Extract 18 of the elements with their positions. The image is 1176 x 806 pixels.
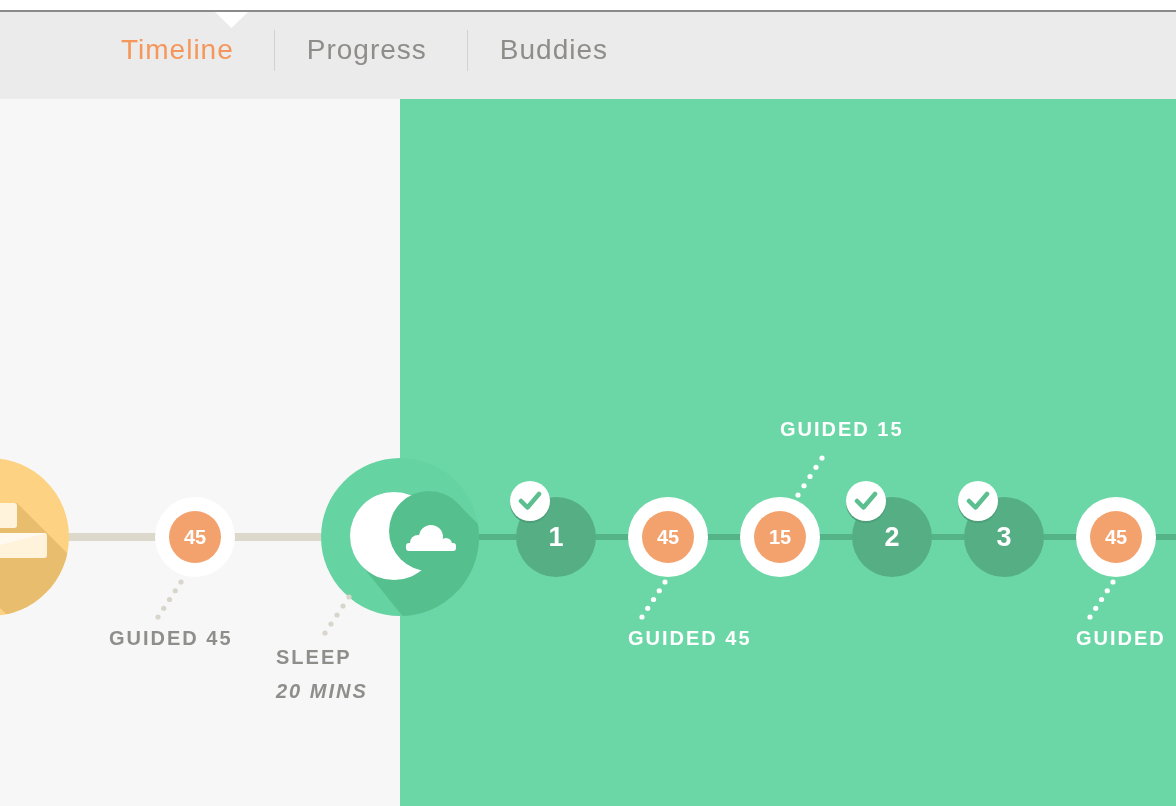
dotted-connector [1087,579,1116,620]
dotted-connector [639,579,668,620]
session-label: GUIDED 45 [109,626,233,650]
nav-tab[interactable]: Buddies [467,12,648,99]
activity-title: SLEEP [276,645,352,669]
dotted-connector [322,594,352,636]
dotted-connector [155,579,184,620]
session-minutes: 15 [754,511,806,563]
activity-duration: 20 MINS [276,679,368,703]
session-minutes: 45 [1090,511,1142,563]
session-label: GUIDED 15 [780,417,904,441]
session-label: GUIDED 45 [628,626,752,650]
nav-tab[interactable]: Progress [274,12,467,99]
session-minutes: 45 [642,511,694,563]
nav-tab[interactable]: Timeline [89,12,274,99]
session-minutes: 45 [169,511,221,563]
session-label: GUIDED [1076,626,1166,650]
dotted-connector [795,455,825,498]
